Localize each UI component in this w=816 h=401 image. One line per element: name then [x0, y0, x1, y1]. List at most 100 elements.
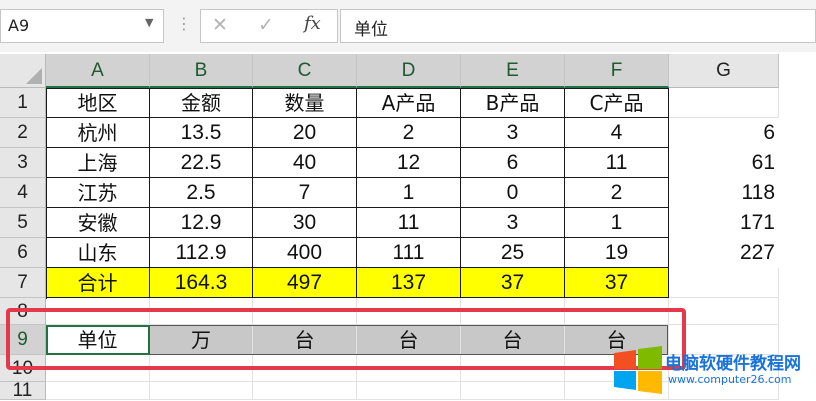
data-cell[interactable]: 11: [357, 208, 461, 238]
empty-cell[interactable]: [46, 298, 150, 325]
data-cell[interactable]: 2: [565, 178, 669, 208]
empty-cell[interactable]: [46, 382, 150, 400]
empty-cell[interactable]: [461, 298, 565, 325]
column-g-cell[interactable]: 118: [669, 178, 779, 208]
column-g-cell[interactable]: 61: [669, 148, 779, 178]
windows-logo-icon: [614, 346, 662, 394]
header-cell[interactable]: C产品: [565, 88, 669, 118]
column-header-f[interactable]: F: [565, 54, 669, 88]
data-cell[interactable]: 40: [253, 148, 357, 178]
total-cell[interactable]: 37: [565, 268, 669, 298]
column-header-a[interactable]: A: [46, 54, 150, 88]
data-cell[interactable]: 12: [357, 148, 461, 178]
column-header-c[interactable]: C: [253, 54, 357, 88]
total-cell[interactable]: 137: [357, 268, 461, 298]
row-header-5[interactable]: 5: [0, 208, 46, 238]
column-g-cell[interactable]: 227: [669, 238, 779, 268]
empty-cell[interactable]: [565, 298, 669, 325]
row-header-8[interactable]: 8: [0, 298, 46, 325]
unit-cell[interactable]: 台: [253, 325, 357, 355]
unit-cell[interactable]: 单位: [46, 325, 150, 355]
header-cell[interactable]: 金额: [150, 88, 253, 118]
empty-cell[interactable]: [357, 382, 461, 400]
data-cell[interactable]: 江苏: [46, 178, 150, 208]
data-cell[interactable]: 22.5: [150, 148, 253, 178]
data-cell[interactable]: 2.5: [150, 178, 253, 208]
data-cell[interactable]: 1: [357, 178, 461, 208]
empty-cell[interactable]: [669, 298, 779, 325]
data-cell[interactable]: 安徽: [46, 208, 150, 238]
data-cell[interactable]: 4: [565, 118, 669, 148]
empty-cell[interactable]: [150, 298, 253, 325]
header-cell[interactable]: B产品: [461, 88, 565, 118]
row-header-10[interactable]: 10: [0, 355, 46, 382]
row-header-7[interactable]: 7: [0, 268, 46, 298]
total-cell[interactable]: 497: [253, 268, 357, 298]
empty-cell[interactable]: [150, 355, 253, 382]
column-header-b[interactable]: B: [150, 54, 253, 88]
data-cell[interactable]: 山东: [46, 238, 150, 268]
empty-cell[interactable]: [253, 382, 357, 400]
row-header-2[interactable]: 2: [0, 118, 46, 148]
data-cell[interactable]: 400: [253, 238, 357, 268]
data-cell[interactable]: 2: [357, 118, 461, 148]
row-header-11[interactable]: 11: [0, 381, 46, 400]
cancel-icon[interactable]: ✕: [212, 14, 228, 36]
header-cell[interactable]: 数量: [253, 88, 357, 118]
data-cell[interactable]: 112.9: [150, 238, 253, 268]
data-cell[interactable]: 3: [461, 118, 565, 148]
watermark-url: www.computer26.com: [668, 373, 792, 386]
column-header-e[interactable]: E: [461, 54, 565, 88]
empty-cell[interactable]: [150, 382, 253, 400]
unit-cell[interactable]: 万: [150, 325, 253, 355]
data-cell[interactable]: 11: [565, 148, 669, 178]
column-g-cell[interactable]: 171: [669, 208, 779, 238]
empty-cell[interactable]: [253, 298, 357, 325]
empty-cell[interactable]: [461, 382, 565, 400]
data-cell[interactable]: 19: [565, 238, 669, 268]
more-icon: ⋮: [176, 14, 192, 33]
chevron-down-icon[interactable]: ▼: [145, 16, 153, 29]
header-cell[interactable]: A产品: [357, 88, 461, 118]
row-header-9[interactable]: 9: [0, 325, 46, 355]
data-cell[interactable]: 杭州: [46, 118, 150, 148]
empty-cell[interactable]: [669, 268, 779, 298]
empty-cell[interactable]: [357, 298, 461, 325]
data-cell[interactable]: 7: [253, 178, 357, 208]
empty-cell[interactable]: [46, 355, 150, 382]
empty-cell[interactable]: [461, 355, 565, 382]
total-cell[interactable]: 合计: [46, 268, 150, 298]
column-header-g[interactable]: G: [669, 54, 779, 88]
total-cell[interactable]: 164.3: [150, 268, 253, 298]
insert-function-icon[interactable]: fx: [304, 13, 321, 34]
formula-input[interactable]: [340, 9, 816, 43]
unit-cell[interactable]: 台: [357, 325, 461, 355]
data-cell[interactable]: 25: [461, 238, 565, 268]
data-cell[interactable]: 0: [461, 178, 565, 208]
row-header-6[interactable]: 6: [0, 238, 46, 268]
empty-cell[interactable]: [669, 88, 779, 118]
data-cell[interactable]: 6: [461, 148, 565, 178]
column-g-cell[interactable]: 6: [669, 118, 779, 148]
data-cell[interactable]: 1: [565, 208, 669, 238]
name-box-value: A9: [8, 16, 30, 35]
total-cell[interactable]: 37: [461, 268, 565, 298]
row-header-1[interactable]: 1: [0, 88, 46, 118]
confirm-icon[interactable]: ✓: [258, 14, 274, 36]
column-header-d[interactable]: D: [357, 54, 461, 88]
unit-cell[interactable]: 台: [461, 325, 565, 355]
data-cell[interactable]: 13.5: [150, 118, 253, 148]
header-cell[interactable]: 地区: [46, 88, 150, 118]
empty-cell[interactable]: [253, 355, 357, 382]
row-header-3[interactable]: 3: [0, 148, 46, 178]
empty-cell[interactable]: [357, 355, 461, 382]
data-cell[interactable]: 20: [253, 118, 357, 148]
formula-text: 单位: [354, 20, 388, 40]
data-cell[interactable]: 3: [461, 208, 565, 238]
watermark-title: 电脑软硬件教程网: [665, 354, 801, 374]
data-cell[interactable]: 上海: [46, 148, 150, 178]
row-header-4[interactable]: 4: [0, 178, 46, 208]
data-cell[interactable]: 12.9: [150, 208, 253, 238]
data-cell[interactable]: 111: [357, 238, 461, 268]
data-cell[interactable]: 30: [253, 208, 357, 238]
